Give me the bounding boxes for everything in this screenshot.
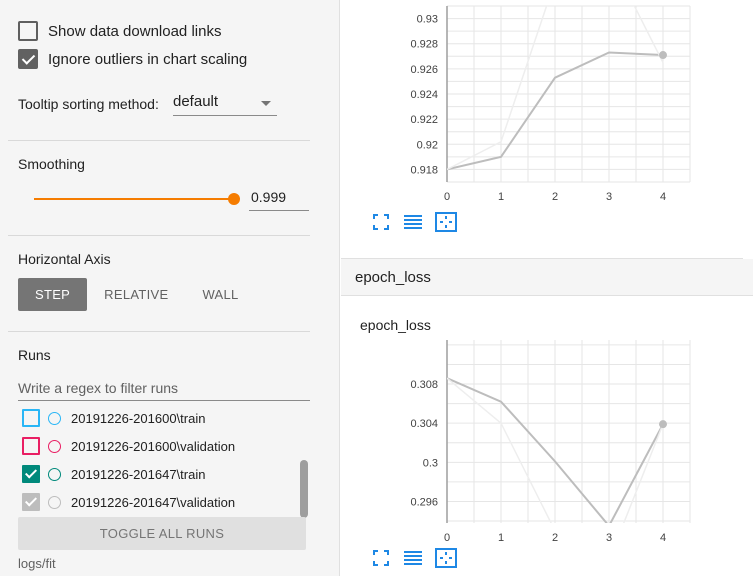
- y-tick-label: 0.308: [410, 379, 438, 391]
- chart-toolbar: [371, 212, 457, 232]
- run-checkbox[interactable]: [22, 409, 40, 427]
- sidebar: Show data download links Ignore outliers…: [0, 0, 340, 576]
- group-title: epoch_loss: [355, 269, 431, 286]
- logdir-label: logs/fit: [18, 556, 56, 571]
- line-chart[interactable]: 0.918 0.92 0.922 0.924 0.926 0.928 0.93 0 1 2 3 4: [341, 0, 741, 210]
- run-label: 20191226-201647\train: [71, 466, 206, 482]
- axis-wall-button[interactable]: WALL: [185, 278, 255, 311]
- horizontal-axis-buttons: STEP RELATIVE WALL: [18, 278, 256, 311]
- smoothing-title: Smoothing: [18, 156, 85, 172]
- fullscreen-icon[interactable]: [371, 548, 391, 568]
- run-item[interactable]: 20191226-201600\train: [22, 409, 205, 427]
- run-color-circle-icon[interactable]: [48, 467, 61, 481]
- x-tick-label: 4: [660, 532, 666, 544]
- runs-scrollbar[interactable]: [300, 460, 308, 518]
- x-tick-label: 1: [498, 532, 504, 544]
- run-item[interactable]: 20191226-201600\validation: [22, 437, 235, 455]
- group-header[interactable]: epoch_loss: [341, 259, 753, 296]
- y-tick-label: 0.93: [417, 14, 438, 26]
- dropdown-arrow-icon: [261, 101, 271, 106]
- run-checkbox[interactable]: [22, 465, 40, 483]
- run-item[interactable]: 20191226-201647\validation: [22, 493, 235, 511]
- show-download-links-option[interactable]: Show data download links: [18, 21, 221, 41]
- data-point: [659, 420, 667, 429]
- smoothing-slider-thumb[interactable]: [228, 193, 240, 205]
- y-tick-label: 0.3: [423, 457, 438, 469]
- x-tick-label: 2: [552, 532, 558, 544]
- y-tick-label: 0.922: [410, 114, 438, 126]
- x-tick-label: 3: [606, 191, 612, 203]
- horizontal-axis-title: Horizontal Axis: [18, 251, 111, 267]
- runs-title: Runs: [18, 347, 51, 363]
- chart-card: epoch_loss 0.296 0.3 0.304 0.308 0 1 2 3 4: [341, 296, 743, 576]
- y-tick-label: 0.926: [410, 64, 438, 76]
- run-item[interactable]: 20191226-201647\train: [22, 465, 205, 483]
- x-tick-label: 2: [552, 191, 558, 203]
- run-label: 20191226-201647\validation: [71, 494, 236, 510]
- x-tick-label: 3: [606, 532, 612, 544]
- y-tick-label: 0.924: [410, 89, 438, 101]
- runs-filter-input[interactable]: Write a regex to filter runs: [18, 377, 310, 401]
- tooltip-sorting-value: default: [173, 93, 219, 110]
- main-panel: 0.918 0.92 0.922 0.924 0.926 0.928 0.93 0 1 2 3 4 e…: [341, 0, 753, 576]
- fit-domain-icon[interactable]: [435, 212, 457, 232]
- tooltip-sorting-label: Tooltip sorting method:: [18, 96, 159, 112]
- run-checkbox[interactable]: [22, 493, 40, 511]
- x-tick-label: 1: [498, 191, 504, 203]
- axis-step-button[interactable]: STEP: [18, 278, 88, 311]
- run-color-circle-icon[interactable]: [48, 439, 61, 453]
- y-tick-label: 0.296: [410, 496, 438, 508]
- y-tick-label: 0.304: [410, 418, 438, 430]
- show-download-links-label: Show data download links: [48, 22, 222, 40]
- ignore-outliers-option[interactable]: Ignore outliers in chart scaling: [18, 49, 247, 69]
- chart-card: 0.918 0.92 0.922 0.924 0.926 0.928 0.93 0 1 2 3 4: [341, 0, 743, 259]
- divider: [8, 140, 310, 141]
- chart-title: epoch_loss: [360, 317, 431, 333]
- run-label: 20191226-201600\train: [71, 410, 206, 426]
- y-tick-label: 0.928: [410, 39, 438, 51]
- run-color-circle-icon[interactable]: [48, 411, 61, 425]
- ignore-outliers-label: Ignore outliers in chart scaling: [48, 50, 248, 68]
- x-tick-label: 0: [444, 191, 450, 203]
- smoothing-slider-track[interactable]: [34, 198, 234, 200]
- fit-domain-icon[interactable]: [435, 548, 457, 568]
- tooltip-sorting-select[interactable]: default: [173, 93, 277, 116]
- fullscreen-icon[interactable]: [371, 212, 391, 232]
- data-point: [659, 51, 667, 60]
- run-checkbox[interactable]: [22, 437, 40, 455]
- divider: [8, 235, 310, 236]
- chart-toolbar: [371, 548, 457, 568]
- runs-filter-placeholder: Write a regex to filter runs: [18, 380, 179, 396]
- toggle-log-scale-icon[interactable]: [403, 212, 423, 232]
- toggle-log-scale-icon[interactable]: [403, 548, 423, 568]
- run-color-circle-icon[interactable]: [48, 495, 61, 509]
- show-download-links-checkbox[interactable]: [18, 21, 38, 41]
- y-tick-label: 0.918: [410, 164, 438, 176]
- x-tick-label: 0: [444, 532, 450, 544]
- ignore-outliers-checkbox[interactable]: [18, 49, 38, 69]
- toggle-all-runs-button[interactable]: TOGGLE ALL RUNS: [18, 517, 306, 550]
- line-chart[interactable]: 0.296 0.3 0.304 0.308 0 1 2 3 4: [341, 336, 741, 576]
- axis-relative-button[interactable]: RELATIVE: [87, 278, 185, 311]
- run-label: 20191226-201600\validation: [71, 438, 236, 454]
- divider: [8, 331, 310, 332]
- y-tick-label: 0.92: [417, 139, 438, 151]
- smoothing-value-input[interactable]: 0.999: [249, 187, 309, 211]
- x-tick-label: 4: [660, 191, 666, 203]
